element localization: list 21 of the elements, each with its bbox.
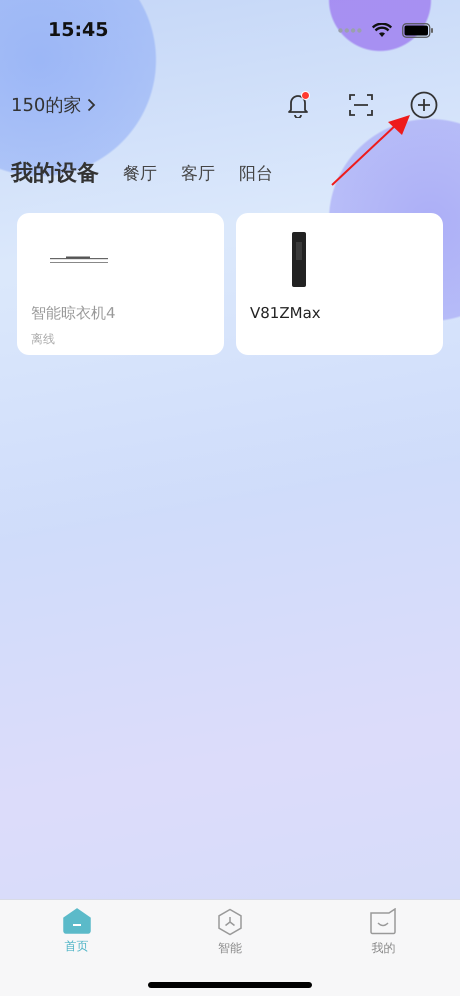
scan-button[interactable] — [347, 91, 375, 119]
cellular-signal-icon — [338, 28, 362, 32]
device-status: 离线 — [31, 331, 56, 348]
hexagon-icon — [216, 908, 244, 936]
vacuum-image — [292, 232, 306, 287]
room-tab[interactable]: 阳台 — [239, 162, 273, 184]
house-icon — [62, 908, 91, 934]
home-selector[interactable]: 150的家 — [11, 93, 96, 117]
wifi-icon — [372, 22, 392, 38]
status-time: 15:45 — [48, 19, 108, 41]
device-name: V81ZMax — [250, 304, 322, 322]
device-name: 智能晾衣机4 — [31, 304, 117, 323]
smile-icon — [369, 908, 398, 936]
battery-icon — [402, 22, 434, 38]
room-tab[interactable]: 我的设备 — [11, 158, 99, 188]
chevron-icon — [87, 98, 96, 112]
room-tab[interactable]: 客厅 — [181, 162, 215, 184]
room-tab[interactable]: 餐厅 — [123, 162, 157, 184]
device-card[interactable]: V81ZMax — [236, 213, 443, 355]
add-button[interactable] — [410, 91, 438, 119]
drying-rack-image — [50, 254, 110, 264]
